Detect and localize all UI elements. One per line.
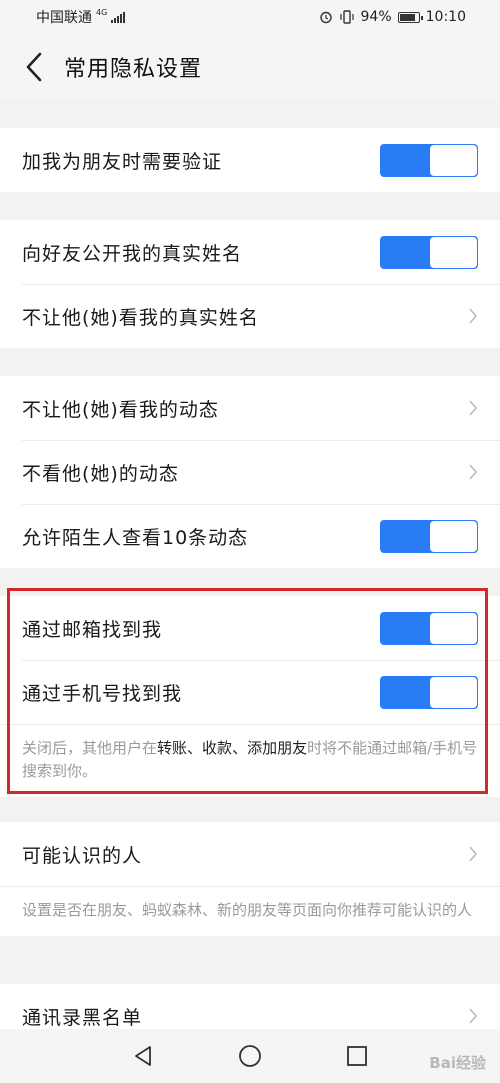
- note-highlight-transfer: 转账: [157, 739, 188, 757]
- setting-label: 加我为朋友时需要验证: [22, 150, 223, 173]
- setting-label: 通讯录黑名单: [22, 1006, 143, 1029]
- setting-label: 通过手机号找到我: [22, 682, 183, 705]
- toggle-switch[interactable]: [380, 676, 478, 709]
- toggle-knob: [430, 521, 477, 552]
- setting-row-mute-moments[interactable]: 不看他(她)的动态: [0, 440, 500, 504]
- setting-label: 向好友公开我的真实姓名: [22, 242, 243, 265]
- setting-label: 允许陌生人查看10条动态: [22, 526, 249, 549]
- toggle-switch[interactable]: [380, 144, 478, 177]
- toggle-knob: [430, 613, 477, 644]
- toggle-switch[interactable]: [380, 612, 478, 645]
- setting-row-stranger-moments[interactable]: 允许陌生人查看10条动态: [0, 504, 500, 568]
- people-note: 设置是否在朋友、蚂蚁森林、新的朋友等页面向你推荐可能认识的人: [0, 886, 500, 936]
- setting-row-friend-verify[interactable]: 加我为朋友时需要验证: [0, 128, 500, 192]
- find-me-note: 关闭后，其他用户在转账、收款、添加朋友时将不能通过邮箱/手机号搜索到你。: [0, 724, 500, 797]
- recents-square-icon[interactable]: [346, 1045, 368, 1067]
- title-bar: 常用隐私设置: [0, 34, 500, 100]
- chevron-right-icon: [469, 308, 478, 324]
- note-highlight-add-friend: 添加朋友: [247, 739, 308, 757]
- note-separator: 、: [232, 739, 248, 757]
- setting-row-find-by-phone[interactable]: 通过手机号找到我: [0, 660, 500, 724]
- chevron-left-icon: [26, 52, 42, 82]
- battery-icon: [397, 11, 423, 23]
- group-people-you-may-know: 可能认识的人 设置是否在朋友、蚂蚁森林、新的朋友等页面向你推荐可能认识的人: [0, 822, 500, 936]
- back-triangle-icon[interactable]: [132, 1045, 154, 1067]
- chevron-right-icon: [469, 400, 478, 416]
- group-real-name: 向好友公开我的真实姓名 不让他(她)看我的真实姓名: [0, 220, 500, 348]
- setting-label: 可能认识的人: [22, 844, 143, 867]
- setting-row-people-you-may-know[interactable]: 可能认识的人: [0, 822, 500, 886]
- page-title: 常用隐私设置: [64, 57, 203, 82]
- setting-row-show-real-name[interactable]: 向好友公开我的真实姓名: [0, 220, 500, 284]
- chevron-right-icon: [469, 464, 478, 480]
- setting-row-find-by-email[interactable]: 通过邮箱找到我: [0, 596, 500, 660]
- chevron-right-icon: [469, 1008, 478, 1024]
- toggle-knob: [430, 237, 477, 268]
- watermark-logo: Bai经验: [429, 1054, 486, 1072]
- group-find-me: 通过邮箱找到我 通过手机号找到我 关闭后，其他用户在转账、收款、添加朋友时将不能…: [0, 596, 500, 797]
- setting-label: 通过邮箱找到我: [22, 618, 163, 641]
- back-button[interactable]: [4, 34, 64, 100]
- toggle-switch[interactable]: [380, 236, 478, 269]
- clock-time: 10:10: [425, 9, 466, 25]
- setting-label: 不让他(她)看我的真实姓名: [22, 306, 259, 329]
- group-moments: 不让他(她)看我的动态 不看他(她)的动态 允许陌生人查看10条动态: [0, 376, 500, 568]
- system-nav-bar: [0, 1029, 500, 1083]
- setting-label: 不看他(她)的动态: [22, 462, 179, 485]
- home-circle-icon[interactable]: [238, 1044, 262, 1068]
- setting-label: 不让他(她)看我的动态: [22, 398, 219, 421]
- carrier-name: 中国联通: [36, 10, 92, 26]
- group-friend-verify: 加我为朋友时需要验证: [0, 128, 500, 192]
- note-separator: 、: [187, 739, 203, 757]
- status-right: 94% 10:10: [319, 9, 466, 25]
- setting-row-hide-moments[interactable]: 不让他(她)看我的动态: [0, 376, 500, 440]
- battery-percent: 94%: [360, 9, 392, 25]
- vibrate-icon: [339, 10, 354, 24]
- toggle-knob: [430, 145, 477, 176]
- alarm-icon: [319, 11, 332, 24]
- setting-row-hide-real-name[interactable]: 不让他(她)看我的真实姓名: [0, 284, 500, 348]
- note-text: 关闭后，其他用户在: [22, 739, 158, 757]
- status-left: 中国联通 4G: [36, 7, 126, 27]
- signal-icon: [111, 11, 126, 23]
- toggle-switch[interactable]: [380, 520, 478, 553]
- note-highlight-receive: 收款: [202, 739, 233, 757]
- chevron-right-icon: [469, 846, 478, 862]
- network-type: 4G: [96, 7, 108, 17]
- status-bar: 中国联通 4G 94% 10:10: [0, 0, 500, 34]
- toggle-knob: [430, 677, 477, 708]
